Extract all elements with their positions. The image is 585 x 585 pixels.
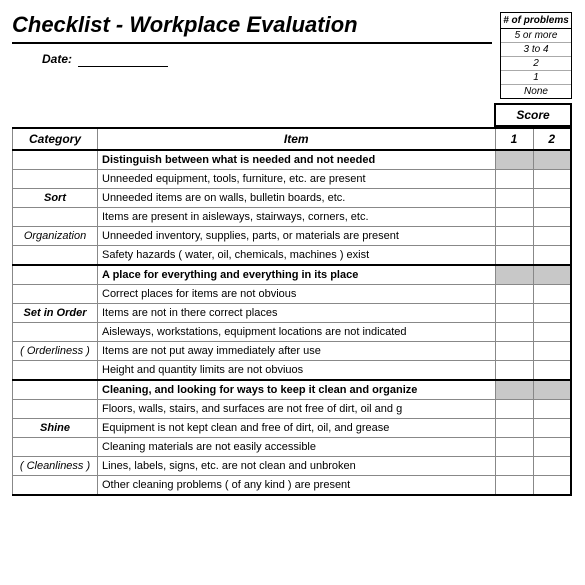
legend-row: 1 [501,71,571,85]
category-cell-blank [13,208,98,227]
col-item: Item [98,128,496,150]
category-cell-blank [13,285,98,304]
item-cell: Items are not put away immediately after… [98,342,496,361]
item-cell: Items are present in aisleways, stairway… [98,208,496,227]
date-input[interactable] [78,50,168,67]
score-cell[interactable] [495,189,533,208]
score-cell[interactable] [495,400,533,419]
score-cell[interactable] [495,342,533,361]
category-sub: Organization [13,227,98,246]
item-cell: Equipment is not kept clean and free of … [98,419,496,438]
score-cell[interactable] [495,438,533,457]
score-cell[interactable] [533,189,571,208]
score-cell[interactable] [495,419,533,438]
category-cell-blank [13,265,98,285]
page-title: Checklist - Workplace Evaluation [12,12,492,44]
score-cell[interactable] [495,380,533,400]
score-cell[interactable] [533,419,571,438]
score-cell[interactable] [533,227,571,246]
item-cell: Cleaning materials are not easily access… [98,438,496,457]
score-cell[interactable] [495,304,533,323]
score-cell[interactable] [533,361,571,381]
score-cell[interactable] [495,246,533,266]
checklist-table: Category Item 1 2 Distinguish between wh… [12,127,572,496]
score-cell[interactable] [533,476,571,496]
section-header: Distinguish between what is needed and n… [98,150,496,170]
category-cell-blank [13,400,98,419]
legend-row: 5 or more [501,29,571,43]
item-cell: Unneeded inventory, supplies, parts, or … [98,227,496,246]
score-cell[interactable] [533,285,571,304]
score-cell[interactable] [533,342,571,361]
score-cell[interactable] [533,380,571,400]
score-cell[interactable] [495,170,533,189]
category-main: Sort [13,189,98,208]
score-header: Score [494,103,572,127]
problems-legend: # of problems 5 or more 3 to 4 2 1 None [500,12,572,99]
legend-header: # of problems [501,13,571,29]
item-cell: Aisleways, workstations, equipment locat… [98,323,496,342]
item-cell: Correct places for items are not obvious [98,285,496,304]
score-cell[interactable] [533,170,571,189]
item-cell: Other cleaning problems ( of any kind ) … [98,476,496,496]
section-header: A place for everything and everything in… [98,265,496,285]
score-cell[interactable] [495,323,533,342]
item-cell: Items are not in there correct places [98,304,496,323]
item-cell: Lines, labels, signs, etc. are not clean… [98,457,496,476]
item-cell: Unneeded items are on walls, bulletin bo… [98,189,496,208]
score-cell[interactable] [533,265,571,285]
score-cell[interactable] [533,438,571,457]
score-cell[interactable] [495,457,533,476]
score-cell[interactable] [533,400,571,419]
score-cell[interactable] [495,265,533,285]
legend-row: 2 [501,57,571,71]
legend-row: None [501,85,571,98]
score-cell[interactable] [533,208,571,227]
col-category: Category [13,128,98,150]
item-cell: Safety hazards ( water, oil, chemicals, … [98,246,496,266]
category-sub: ( Cleanliness ) [13,457,98,476]
item-cell: Height and quantity limits are not obviu… [98,361,496,381]
category-cell-blank [13,476,98,496]
category-cell-blank [13,150,98,170]
score-cell[interactable] [495,476,533,496]
score-cell[interactable] [533,150,571,170]
score-cell[interactable] [533,246,571,266]
legend-row: 3 to 4 [501,43,571,57]
category-cell-blank [13,361,98,381]
category-cell-blank [13,170,98,189]
item-cell: Unneeded equipment, tools, furniture, et… [98,170,496,189]
col-score-1: 1 [495,128,533,150]
score-cell[interactable] [495,285,533,304]
category-main: Set in Order [13,304,98,323]
category-cell-blank [13,380,98,400]
score-cell[interactable] [495,208,533,227]
category-cell-blank [13,438,98,457]
category-cell-blank [13,323,98,342]
item-cell: Floors, walls, stairs, and surfaces are … [98,400,496,419]
category-cell-blank [13,246,98,266]
score-cell[interactable] [495,150,533,170]
score-cell[interactable] [533,457,571,476]
category-sub: ( Orderliness ) [13,342,98,361]
score-cell[interactable] [495,227,533,246]
col-score-2: 2 [533,128,571,150]
date-label: Date: [12,52,78,66]
score-cell[interactable] [533,304,571,323]
score-cell[interactable] [533,323,571,342]
score-cell[interactable] [495,361,533,381]
category-main: Shine [13,419,98,438]
section-header: Cleaning, and looking for ways to keep i… [98,380,496,400]
